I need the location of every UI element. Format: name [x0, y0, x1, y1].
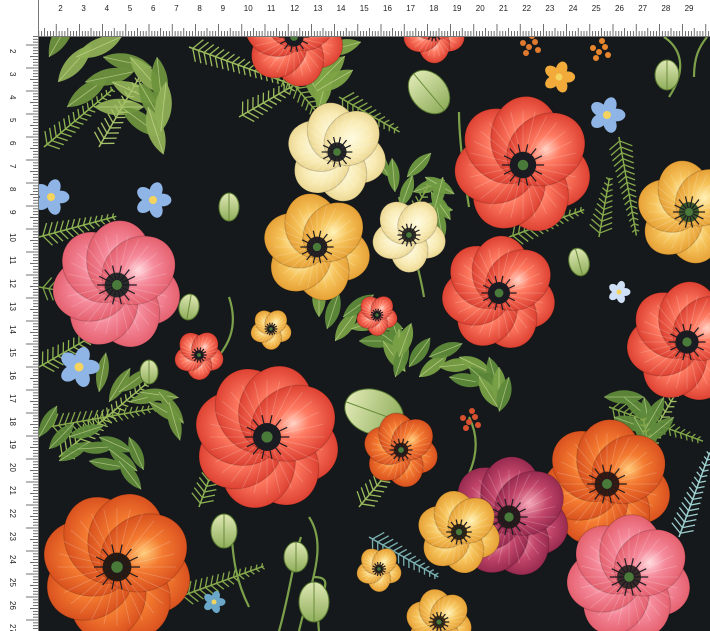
floral-pattern	[39, 37, 710, 631]
ruler-label: 23	[545, 4, 554, 13]
ruler-label: 17	[406, 4, 415, 13]
ruler-label: 4	[105, 4, 110, 13]
poppy-bud-bottom-2	[283, 541, 309, 573]
ruler-label: 29	[685, 4, 694, 13]
ruler-label: 16	[8, 371, 17, 380]
ruler-label: 9	[221, 4, 226, 13]
ruler-label: 18	[429, 4, 438, 13]
ruler-label: 12	[8, 279, 17, 288]
ruler-label: 3	[8, 72, 17, 77]
ruler-label: 17	[8, 394, 17, 403]
poppy-bud-left-3	[139, 359, 159, 385]
ruler-label: 15	[8, 348, 17, 357]
poppy-bud-left	[218, 192, 240, 222]
top-ruler: 1234567891011121314151617181920212223242…	[0, 0, 710, 37]
ruler-label: 6	[8, 141, 17, 146]
ruler-label: 11	[267, 4, 276, 13]
ruler-label: 7	[8, 164, 17, 169]
ruler-label: 22	[522, 4, 531, 13]
ruler-label: 3	[81, 4, 86, 13]
ruler-corner	[0, 0, 38, 36]
ruler-label: 19	[453, 4, 462, 13]
left-ruler-ticks: 2345678910111213141516171819202122232425…	[8, 36, 38, 631]
ruler-label: 14	[337, 4, 346, 13]
ruler-label: 16	[383, 4, 392, 13]
ruler-label: 12	[290, 4, 299, 13]
ruler-label: 13	[8, 302, 17, 311]
ruler-label: 27	[638, 4, 647, 13]
ruler-label: 21	[8, 486, 17, 495]
ruler-label: 25	[592, 4, 601, 13]
fabric-print	[39, 37, 710, 631]
ruler-label: 2	[8, 49, 17, 54]
ruler-label: 26	[615, 4, 624, 13]
ruler-label: 5	[128, 4, 133, 13]
ruler-label: 28	[661, 4, 670, 13]
poppy-bud-top-right	[654, 59, 680, 91]
ruler-label: 10	[8, 233, 17, 242]
ruler-label: 27	[8, 624, 17, 631]
poppy-bud-bottom-1	[210, 513, 238, 549]
ruler-label: 10	[244, 4, 253, 13]
ruler-label: 15	[360, 4, 369, 13]
ruler-label: 24	[8, 555, 17, 564]
ruler-label: 24	[569, 4, 578, 13]
ruler-label: 23	[8, 532, 17, 541]
ruler-label: 5	[8, 118, 17, 123]
ruler-label: 8	[197, 4, 202, 13]
ruler-label: 2	[58, 4, 63, 13]
ruler-label: 22	[8, 509, 17, 518]
ruler-label: 8	[8, 187, 17, 192]
ruler-label: 6	[151, 4, 156, 13]
ruler-label: 7	[174, 4, 179, 13]
ruler-label: 4	[8, 95, 17, 100]
ruler-label: 11	[8, 256, 17, 265]
ruler-label: 18	[8, 417, 17, 426]
ruler-label: 13	[313, 4, 322, 13]
ruler-label: 20	[476, 4, 485, 13]
ruler-label: 14	[8, 325, 17, 334]
top-ruler-ticks: 1234567891011121314151617181920212223242…	[32, 4, 710, 36]
ruler-label: 26	[8, 601, 17, 610]
ruler-label: 19	[8, 440, 17, 449]
poppy-bud-bottom-3	[298, 581, 330, 623]
ruler-label: 21	[499, 4, 508, 13]
ruler-label: 25	[8, 578, 17, 587]
ruler-label: 9	[8, 210, 17, 215]
left-ruler: 2 3 4 5 6 7 8 9 10 11 12 13 14 15 16 17 18 19 20 21 22 23 24 25…	[0, 0, 39, 631]
ruler-label: 20	[8, 463, 17, 472]
